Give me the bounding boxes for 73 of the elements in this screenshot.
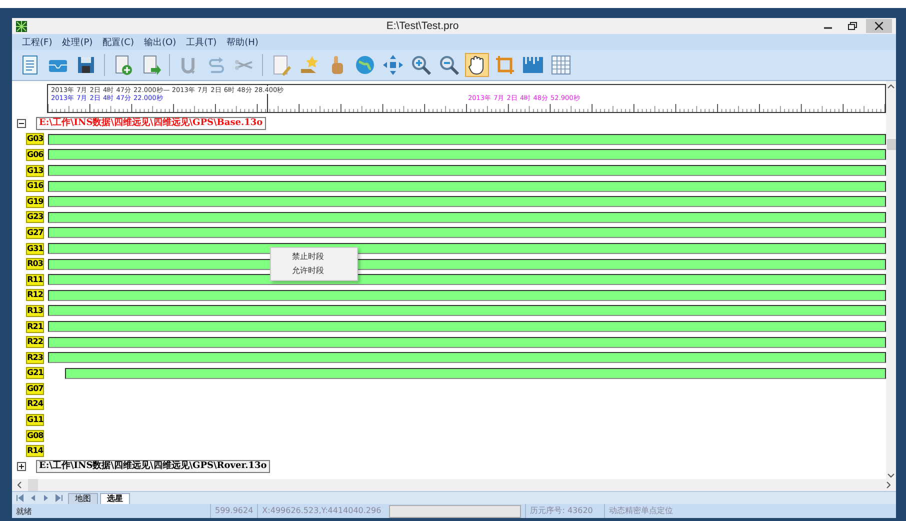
satellite-label[interactable]: G08 [26, 430, 44, 442]
collapse-icon[interactable] [17, 119, 26, 128]
satellite-label[interactable]: G03 [26, 133, 44, 146]
ruler-icon [522, 54, 544, 76]
app-icon [16, 20, 27, 32]
menu-item[interactable]: 工具(T) [186, 36, 217, 48]
mode-readout: 动态精密单点定位 [604, 504, 678, 518]
file-node[interactable]: E:\工作\INS数据\四维远见\四维远见\GPS\Base.13o [36, 117, 266, 130]
context-menu-item[interactable]: 允许时段 [271, 264, 357, 278]
satellite-label[interactable]: R12 [26, 289, 44, 302]
scroll-down-icon[interactable] [887, 471, 895, 479]
menu-item[interactable]: 工程(F) [22, 36, 52, 48]
time-cursor[interactable] [267, 85, 268, 112]
tab[interactable]: 选星 [100, 493, 130, 504]
zoom-in-icon [410, 54, 432, 76]
satellite-label[interactable]: G23 [26, 211, 44, 224]
satellite-label[interactable]: R21 [26, 320, 44, 333]
satellite-label[interactable]: G21 [26, 367, 44, 380]
file-node[interactable]: E:\工作\INS数据\四维远见\四维远见\GPS\Rover.13o [36, 460, 270, 474]
epoch-readout: 历元序号: 43620 [525, 504, 604, 518]
satellite-label[interactable]: G07 [26, 382, 44, 395]
status-value: 599.9624 [210, 504, 258, 518]
satellite-label[interactable]: R14 [26, 445, 44, 458]
next-tab-icon[interactable] [42, 494, 50, 502]
menu-item[interactable]: 配置(C) [102, 36, 134, 48]
zoom-out-tool-button[interactable] [437, 53, 461, 77]
zoom-out-icon [438, 54, 460, 76]
expand-icon[interactable] [17, 462, 26, 472]
previous-tab-icon[interactable] [29, 494, 37, 502]
satellite-label[interactable]: R22 [26, 336, 44, 348]
crop-icon [494, 54, 516, 76]
satellite-label[interactable]: R24 [26, 398, 44, 410]
restore-icon[interactable] [848, 22, 856, 30]
scroll-up-icon[interactable] [887, 83, 895, 91]
satellite-label[interactable]: G13 [26, 164, 44, 177]
grid-icon [550, 54, 572, 76]
scroll-thumb[interactable] [886, 139, 896, 150]
save-icon [75, 54, 97, 76]
scroll-right-icon[interactable] [884, 481, 892, 489]
satellite-label[interactable]: R23 [26, 352, 44, 364]
status-message: 就绪 [15, 506, 33, 516]
horizontal-scrollbar[interactable] [12, 479, 896, 491]
satellite-label[interactable]: G31 [26, 242, 44, 255]
menu-item[interactable]: 输出(O) [144, 36, 176, 48]
satellite-label[interactable]: G16 [26, 180, 44, 192]
satellite-label[interactable]: R03 [26, 258, 44, 270]
move-icon [382, 54, 404, 76]
last-tab-icon[interactable] [55, 494, 63, 502]
star-icon [298, 54, 320, 76]
satellite-label[interactable]: G19 [26, 196, 44, 208]
window-title: E:\Test\Test.pro [385, 20, 460, 32]
globe-tool-button[interactable] [353, 53, 377, 77]
satellite-label[interactable]: G06 [26, 148, 44, 161]
satellite-label[interactable]: G27 [26, 226, 44, 239]
menu-item[interactable]: 处理(P) [62, 36, 93, 48]
vertical-scrollbar[interactable] [886, 81, 896, 479]
satellite-label[interactable]: G11 [26, 414, 44, 426]
close-button[interactable] [866, 19, 892, 33]
context-menu-item[interactable]: 禁止时段 [271, 250, 357, 264]
grid-tool-button[interactable] [549, 53, 573, 77]
scroll-thumb[interactable] [28, 479, 38, 491]
satellite-label[interactable]: R13 [26, 304, 44, 317]
move-tool-button[interactable] [381, 53, 405, 77]
zoom-in-tool-button[interactable] [409, 53, 433, 77]
hand-tool-button[interactable] [465, 53, 489, 77]
scroll-left-icon[interactable] [16, 481, 24, 489]
globe-icon [354, 54, 376, 76]
tab[interactable]: 地图 [68, 493, 98, 504]
coordinates-readout: X:499626.523,Y:4414040.296 [257, 504, 386, 518]
satellite-label[interactable]: R11 [26, 274, 44, 286]
close-icon [875, 22, 883, 30]
first-tab-icon[interactable] [16, 494, 24, 502]
menu-item[interactable]: 帮助(H) [226, 36, 258, 48]
